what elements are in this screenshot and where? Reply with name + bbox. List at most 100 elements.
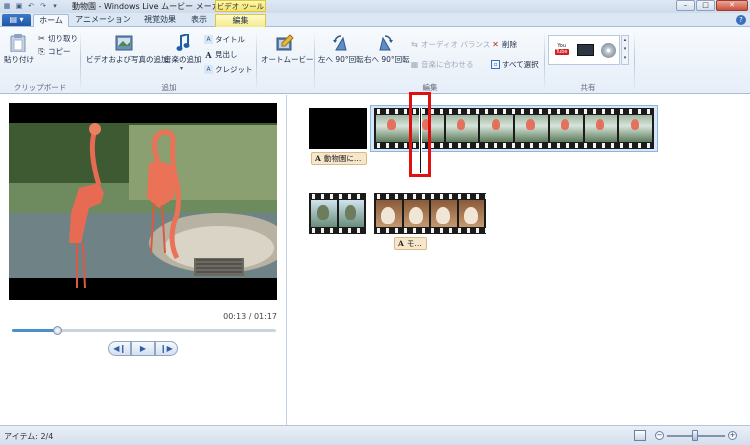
tab-edit[interactable]: 編集 [215, 14, 266, 27]
clip-frame [549, 115, 583, 142]
app-icon[interactable]: ▦ [2, 1, 12, 11]
fit-to-music-button[interactable]: ▦ 音楽に合わせる [410, 59, 474, 70]
caption-button[interactable]: A 見出し [204, 49, 237, 60]
tab-view[interactable]: 表示 [186, 14, 212, 27]
save-icon[interactable]: ▣ [14, 1, 24, 11]
add-music-button[interactable]: 音楽の追加 [164, 54, 202, 65]
dvd-icon[interactable] [600, 42, 616, 58]
clip-frame [619, 115, 652, 142]
group-divider [634, 31, 635, 91]
add-videos-photos-label: ビデオおよび写真の追加 [86, 55, 169, 64]
minimize-icon[interactable]: – [676, 0, 695, 11]
previous-frame-icon[interactable]: ◀❙ [108, 341, 132, 356]
music-note-icon[interactable] [173, 33, 193, 53]
clip-frame [311, 200, 337, 227]
clip-frame [584, 115, 618, 142]
play-icon[interactable]: ▶ [131, 341, 155, 356]
audio-balance-button[interactable]: ⇆ オーディオ バランス [410, 39, 490, 50]
delete-button[interactable]: ✕ 削除 [491, 39, 517, 50]
share-gallery: You Tube [548, 35, 620, 65]
tab-visual-effects[interactable]: 視覚効果 [140, 14, 180, 27]
close-icon[interactable]: ✕ [716, 0, 748, 11]
seek-bar[interactable] [12, 326, 276, 335]
copy-icon: ⎘ [38, 46, 45, 56]
flamingo-video-frame [9, 103, 277, 300]
add-videos-photos-icon[interactable] [114, 33, 134, 53]
credits-button[interactable]: A クレジット [204, 64, 253, 75]
paste-label: 貼り付け [4, 55, 34, 64]
tab-home[interactable]: ホーム [33, 14, 69, 27]
ribbon: 貼り付け ✂ 切り取り ⎘ コピー クリップボード ビデオおよび写真の追加 音楽の追… [0, 27, 750, 94]
select-all-label: すべて選択 [502, 60, 539, 69]
video-tools-label: ビデオ ツール [215, 0, 266, 12]
cut-label: 切り取り [48, 34, 78, 43]
caption-clip-2[interactable]: A モ… [394, 237, 427, 250]
redo-icon[interactable]: ↷ [38, 1, 48, 11]
rotate-left-button[interactable]: 左へ 90°回転 [318, 54, 364, 65]
rotate-right-button[interactable]: 右へ 90°回転 [364, 54, 410, 65]
item-count: アイテム: 2/4 [4, 432, 54, 441]
clip-frame [431, 200, 457, 227]
preview-pane: 00:13 / 01:17 ◀❙ ▶ ❙▶ [0, 95, 287, 425]
youtube-icon[interactable]: You Tube [552, 43, 572, 57]
seek-thumb[interactable] [52, 326, 62, 335]
clip-frames [309, 200, 366, 227]
title-bar: ▦ ▣ ↶ ↷ ▾ 動物園 - Windows Live ムービー メーカー ビ… [0, 0, 750, 13]
paste-button[interactable]: 貼り付け [4, 54, 34, 65]
cut-button[interactable]: ✂ 切り取り [37, 33, 78, 44]
status-bar: アイテム: 2/4 − + [0, 425, 750, 445]
clip-frame [480, 115, 513, 142]
chevron-down-icon[interactable]: ▾ [180, 65, 183, 72]
group-divider [256, 31, 257, 91]
automovie-button[interactable]: オートムービー [261, 54, 314, 65]
file-menu-button[interactable]: ▤ ▾ [2, 14, 31, 26]
credits-icon: A [204, 65, 213, 74]
help-icon[interactable]: ? [736, 15, 746, 25]
playback-time: 00:13 / 01:17 [223, 312, 277, 321]
cat-clip[interactable] [374, 193, 486, 234]
next-frame-icon[interactable]: ❙▶ [154, 341, 178, 356]
tab-animation[interactable]: アニメーション [74, 14, 132, 27]
rotate-right-icon[interactable] [376, 33, 396, 53]
share-gallery-scroll[interactable]: ▴ ▾ ▾ [621, 35, 629, 65]
seek-progress [12, 329, 57, 332]
group-divider [544, 31, 545, 91]
film-perforation [309, 194, 366, 199]
video-preview[interactable] [9, 103, 277, 300]
caption-clip-1[interactable]: A 動物園に… [311, 152, 367, 165]
delete-icon: ✕ [492, 40, 499, 49]
group-divider [80, 31, 81, 91]
zoom-out-icon[interactable]: − [655, 431, 664, 440]
caption-text-2: モ… [406, 239, 422, 248]
title-button[interactable]: A タイトル [204, 34, 245, 45]
audio-balance-icon: ⇆ [411, 40, 418, 49]
paste-icon[interactable] [8, 33, 28, 53]
maximize-icon[interactable]: □ [696, 0, 715, 11]
copy-label: コピー [48, 47, 71, 56]
select-all-button[interactable]: ▫ すべて選択 [491, 59, 539, 70]
thumbnail-size-icon[interactable] [634, 430, 646, 441]
caption-icon: A [315, 154, 321, 163]
automovie-icon[interactable] [275, 33, 295, 53]
computer-icon[interactable] [577, 44, 595, 56]
rotate-left-icon[interactable] [330, 33, 350, 53]
share-group-label: 共有 [580, 83, 596, 92]
qat-dropdown-icon[interactable]: ▾ [50, 1, 60, 11]
clipboard-group-label: クリップボード [13, 83, 67, 92]
undo-icon[interactable]: ↶ [26, 1, 36, 11]
title-clip[interactable] [309, 108, 367, 149]
fit-to-music-icon: ▦ [410, 60, 419, 69]
copy-button[interactable]: ⎘ コピー [37, 46, 71, 57]
zoom-in-icon[interactable]: + [728, 431, 737, 440]
caption-icon: A [205, 49, 212, 60]
clip-frames [374, 200, 486, 227]
highlight-marker [409, 92, 431, 177]
film-perforation [374, 194, 486, 199]
add-videos-photos-button[interactable]: ビデオおよび写真の追加 [86, 54, 169, 65]
zoom-thumb[interactable] [692, 430, 698, 441]
quick-access-toolbar: ▦ ▣ ↶ ↷ ▾ [2, 1, 60, 11]
caption-icon: A [398, 239, 404, 248]
clip-frame [376, 115, 409, 142]
bird-clip[interactable] [309, 193, 366, 234]
clip-frame [376, 200, 402, 227]
